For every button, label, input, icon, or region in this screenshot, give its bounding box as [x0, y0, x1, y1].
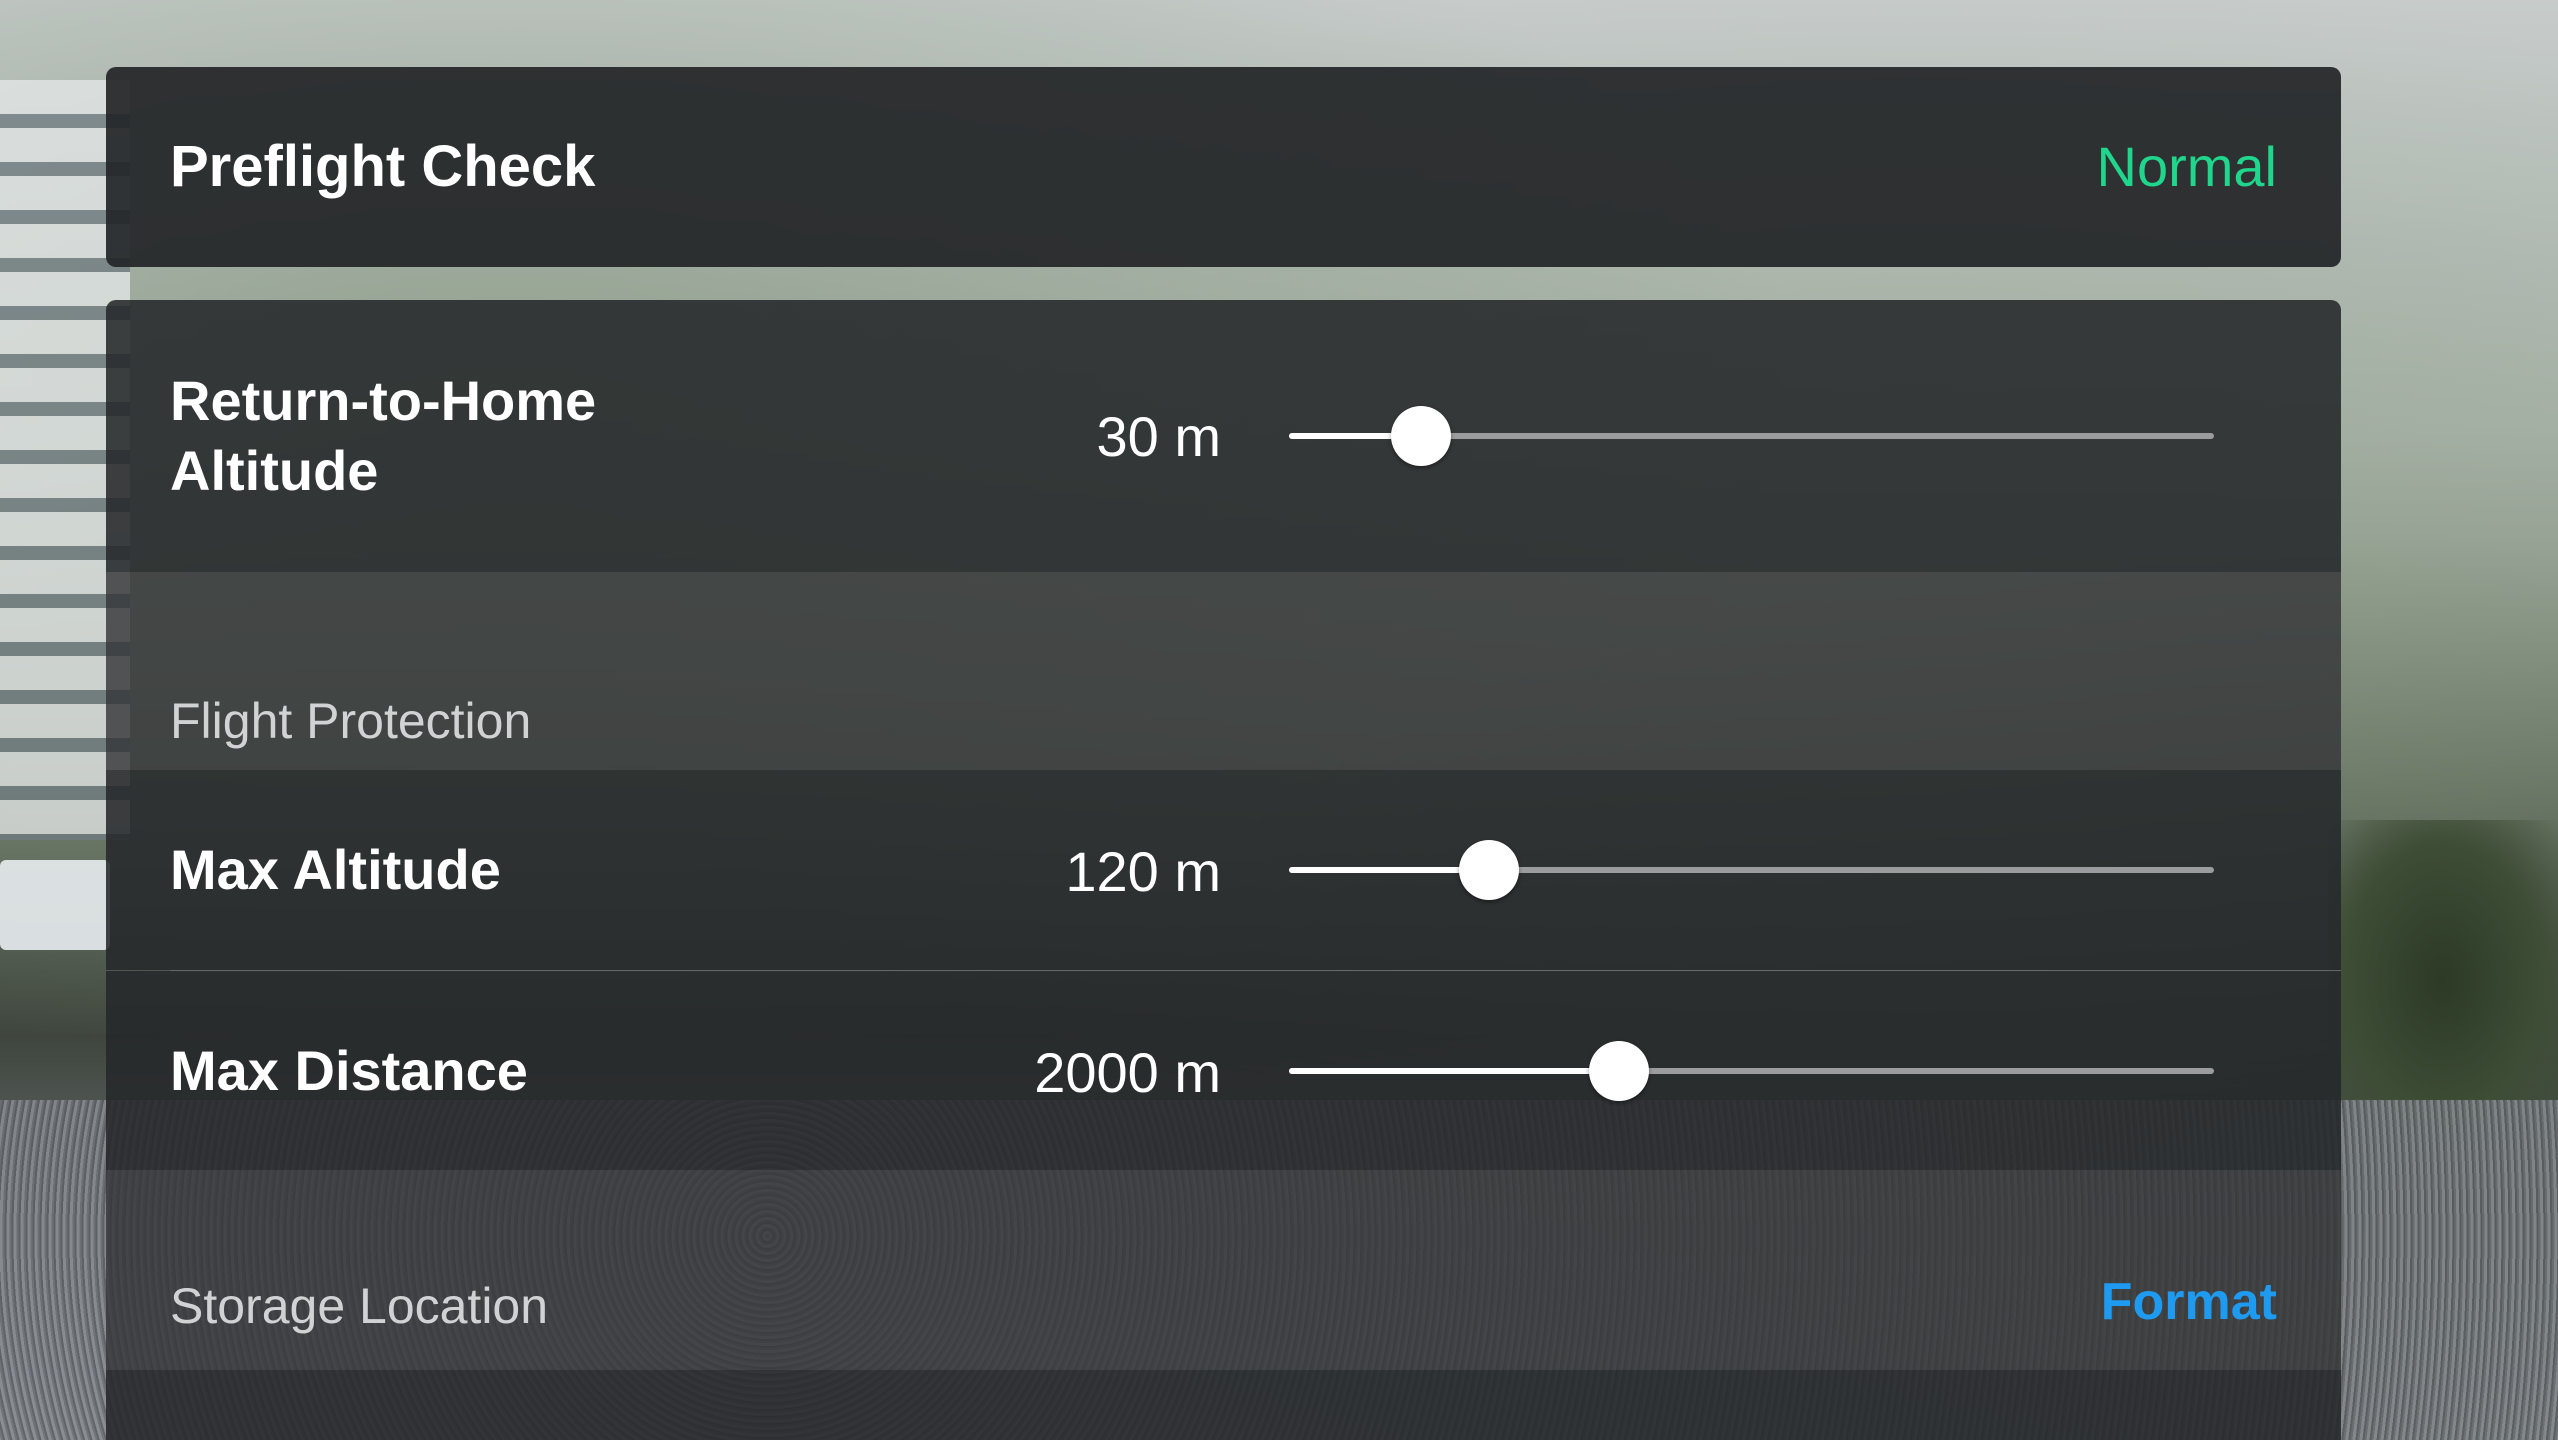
- slider-fill: [1289, 1068, 1620, 1074]
- preflight-check-title: Preflight Check: [170, 134, 596, 199]
- max-altitude-value: 120 m: [1065, 840, 1221, 903]
- max-altitude-row: Max Altitude 120 m: [106, 770, 2341, 970]
- format-button[interactable]: Format: [2101, 1272, 2277, 1332]
- flight-protection-section: Flight Protection: [106, 572, 2341, 770]
- slider-thumb[interactable]: [1589, 1041, 1650, 1101]
- next-row-partial: [106, 1370, 2341, 1440]
- max-distance-label: Max Distance: [170, 1039, 528, 1102]
- max-distance-slider[interactable]: [1289, 1041, 2214, 1101]
- storage-location-heading: Storage Location: [170, 1278, 549, 1334]
- storage-location-section: Storage Location Format: [106, 1170, 2341, 1370]
- max-altitude-label: Max Altitude: [170, 838, 501, 901]
- max-distance-row: Max Distance 2000 m: [106, 971, 2341, 1170]
- slider-thumb[interactable]: [1391, 406, 1452, 466]
- background-bush: [2328, 820, 2558, 1140]
- settings-panel: Return-to-Home Altitude 30 m Flight Prot…: [106, 300, 2341, 1440]
- slider-thumb[interactable]: [1458, 840, 1519, 900]
- rth-altitude-row: Return-to-Home Altitude 30 m: [106, 300, 2341, 572]
- rth-altitude-slider[interactable]: [1289, 406, 2214, 466]
- preflight-check-header[interactable]: Preflight Check Normal: [106, 67, 2341, 267]
- max-altitude-slider[interactable]: [1289, 840, 2214, 900]
- background-van: [0, 860, 110, 950]
- max-distance-value: 2000 m: [1034, 1041, 1221, 1104]
- rth-altitude-label: Return-to-Home Altitude: [170, 369, 597, 502]
- preflight-status-badge: Normal: [2096, 135, 2277, 198]
- rth-altitude-value: 30 m: [1096, 405, 1222, 468]
- flight-protection-heading: Flight Protection: [170, 693, 532, 749]
